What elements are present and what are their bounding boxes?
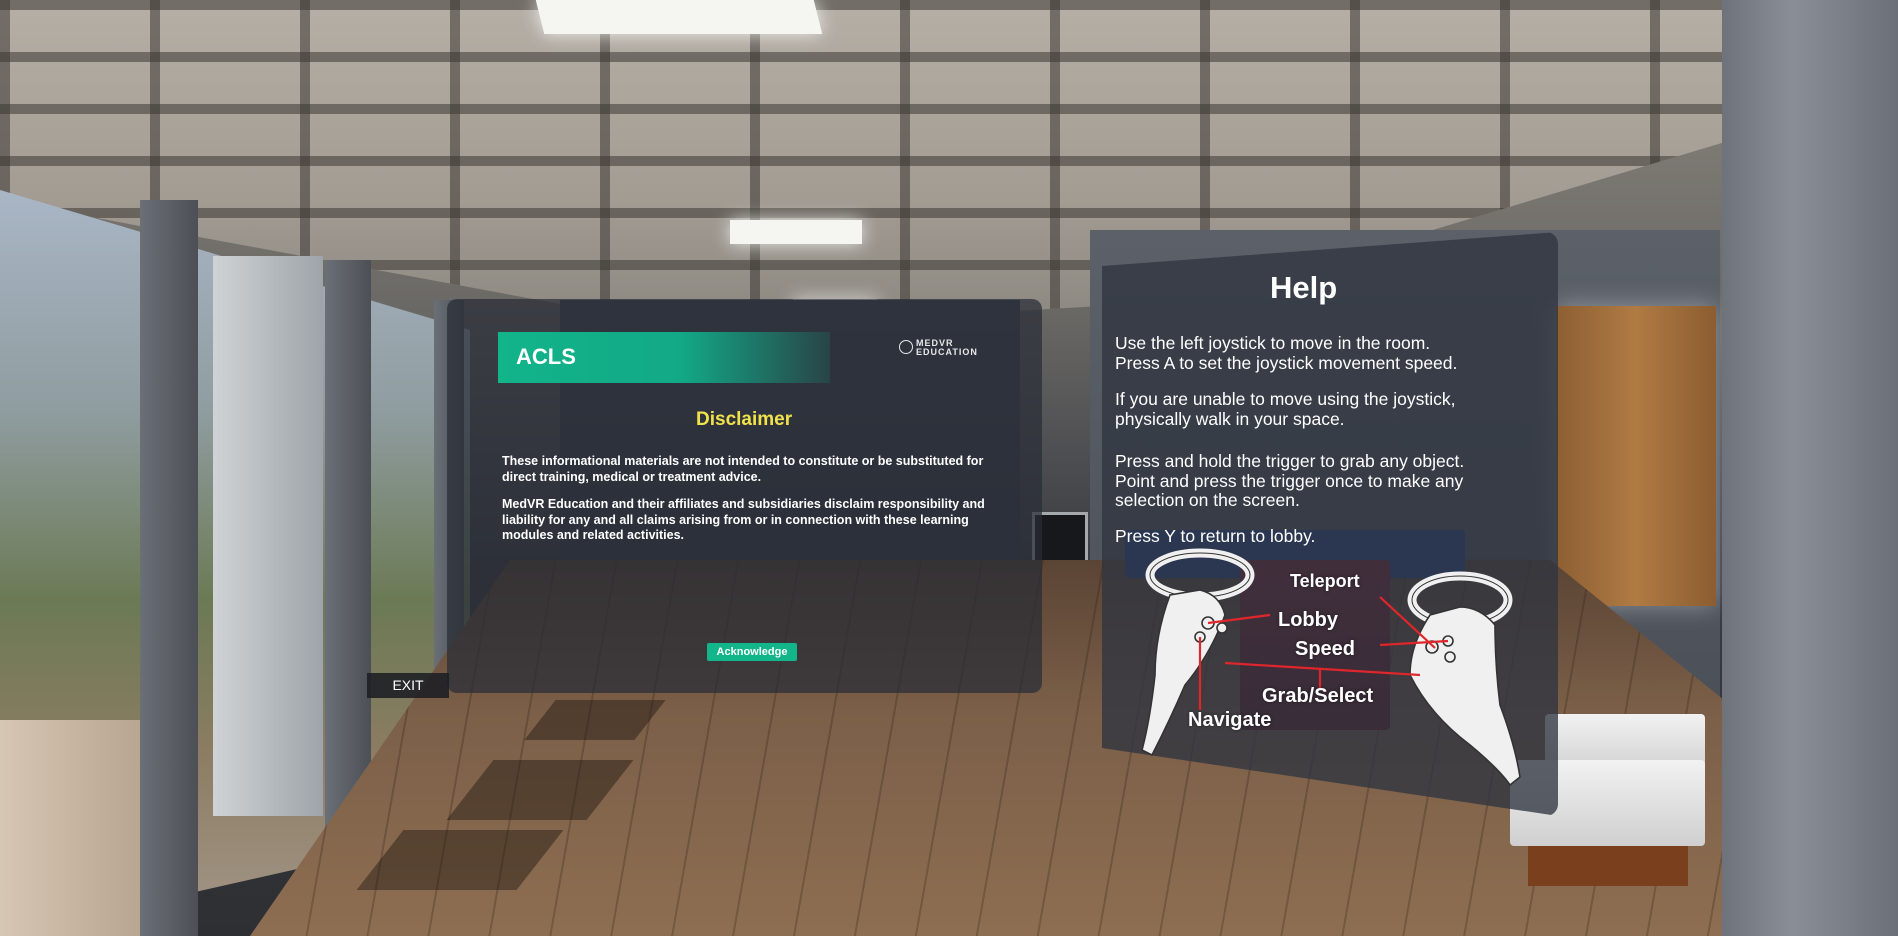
controller-diagram: Teleport Lobby Speed Grab/Select Navigat… xyxy=(1130,545,1530,795)
disclaimer-paragraph-2: MedVR Education and their affiliates and… xyxy=(502,497,985,542)
disclaimer-heading: Disclaimer xyxy=(696,409,793,430)
acknowledge-button[interactable]: Acknowledge xyxy=(707,643,797,661)
window-mullion xyxy=(325,260,371,840)
bench-base xyxy=(1528,846,1688,886)
help-title: Help xyxy=(1270,270,1338,305)
exit-button[interactable]: EXIT xyxy=(367,673,449,698)
help-instruction: Press and hold the trigger to grab any o… xyxy=(1115,451,1465,471)
structural-pillar xyxy=(1722,0,1898,936)
help-instruction: If you are unable to move using the joys… xyxy=(1115,389,1456,409)
help-instruction: Point and press the trigger once to make… xyxy=(1115,471,1464,491)
help-instruction: Press Y to return to lobby. xyxy=(1115,526,1316,546)
city-tower xyxy=(213,256,323,816)
medvr-education-logo: MEDVR EDUCATION xyxy=(899,339,995,359)
ceiling-light xyxy=(730,220,862,244)
lobby-label: Lobby xyxy=(1278,609,1338,631)
ceiling-light xyxy=(535,0,823,34)
grab-select-label: Grab/Select xyxy=(1262,685,1374,707)
city-tower xyxy=(0,720,150,936)
window-mullion xyxy=(140,200,198,936)
brain-icon xyxy=(899,340,913,354)
help-instruction: selection on the screen. xyxy=(1115,490,1300,510)
disclaimer-paragraph-1: These informational materials are not in… xyxy=(502,454,984,484)
right-controller-icon xyxy=(1407,571,1521,787)
help-instruction: Press A to set the joystick movement spe… xyxy=(1115,353,1458,373)
help-instruction: Use the left joystick to move in the roo… xyxy=(1115,333,1431,353)
speed-label: Speed xyxy=(1295,638,1356,660)
navigate-label: Navigate xyxy=(1188,709,1272,731)
teleport-label: Teleport xyxy=(1290,571,1360,591)
module-title: ACLS xyxy=(516,344,576,369)
logo-text-line2: EDUCATION xyxy=(916,347,978,357)
help-instruction: physically walk in your space. xyxy=(1115,409,1345,429)
wood-wall-panel xyxy=(1556,306,1716,606)
